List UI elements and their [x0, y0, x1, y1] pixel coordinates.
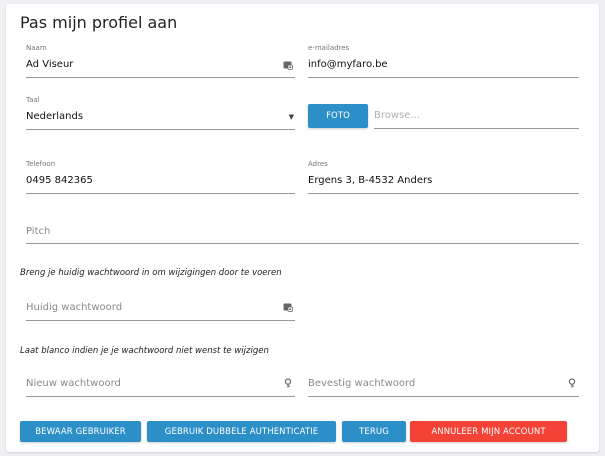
confirm-password-placeholder[interactable]: Bevestig wachtwoord — [308, 378, 415, 389]
email-underline — [308, 77, 579, 78]
page-title: Pas mijn profiel aan — [20, 13, 178, 32]
address-value[interactable]: Ergens 3, B-4532 Anders — [308, 175, 432, 186]
photo-file-field[interactable]: Browse... — [374, 104, 579, 129]
current-password-hint: Breng je huidig wachtwoord in om wijzigi… — [20, 268, 282, 278]
photo-underline — [374, 128, 579, 129]
phone-value[interactable]: 0495 842365 — [26, 175, 93, 186]
key-icon — [567, 378, 577, 388]
current-password-placeholder[interactable]: Huidig wachtwoord — [26, 302, 122, 313]
current-password-field[interactable]: Huidig wachtwoord — [26, 300, 295, 321]
two-factor-button[interactable]: GEBRUIK DUBBELE AUTHENTICATIE — [147, 421, 336, 442]
name-value[interactable]: Ad Viseur — [26, 59, 73, 70]
language-underline — [26, 129, 295, 130]
browse-placeholder[interactable]: Browse... — [374, 110, 420, 121]
address-underline — [308, 193, 579, 194]
confirm-password-field[interactable]: Bevestig wachtwoord — [308, 376, 579, 397]
current-password-underline — [26, 320, 295, 321]
language-value[interactable]: Nederlands — [26, 111, 83, 122]
contact-card-icon — [283, 302, 293, 312]
contact-card-icon — [283, 60, 293, 70]
name-label: Naam — [26, 44, 47, 52]
pitch-field[interactable]: Pitch — [26, 224, 579, 244]
dropdown-arrow-icon[interactable]: ▼ — [289, 113, 294, 121]
new-password-underline — [26, 396, 295, 397]
back-button[interactable]: TERUG — [342, 421, 406, 442]
name-underline — [26, 77, 295, 78]
new-password-field[interactable]: Nieuw wachtwoord — [26, 376, 295, 397]
pitch-underline — [26, 243, 579, 244]
name-field[interactable]: Naam Ad Viseur — [26, 44, 295, 78]
phone-label: Telefoon — [26, 160, 56, 168]
address-label: Adres — [308, 160, 328, 168]
save-user-button[interactable]: BEWAAR GEBRUIKER — [20, 421, 141, 442]
language-select[interactable]: Taal Nederlands ▼ — [26, 96, 295, 130]
phone-field[interactable]: Telefoon 0495 842365 — [26, 160, 295, 194]
key-icon — [283, 378, 293, 388]
email-field[interactable]: e-mailadres info@myfaro.be — [308, 44, 579, 78]
phone-underline — [26, 193, 295, 194]
profile-card: Pas mijn profiel aan Naam Ad Viseur e-ma… — [6, 4, 599, 452]
confirm-password-underline — [308, 396, 579, 397]
new-password-placeholder[interactable]: Nieuw wachtwoord — [26, 378, 121, 389]
email-label: e-mailadres — [308, 44, 350, 52]
blank-password-hint: Laat blanco indien je je wachtwoord niet… — [20, 346, 269, 356]
photo-upload-button[interactable]: FOTO — [308, 104, 368, 128]
address-field[interactable]: Adres Ergens 3, B-4532 Anders — [308, 160, 579, 194]
cancel-account-button[interactable]: ANNULEER MIJN ACCOUNT — [410, 421, 567, 442]
language-label: Taal — [26, 96, 40, 104]
email-value[interactable]: info@myfaro.be — [308, 59, 388, 70]
pitch-placeholder[interactable]: Pitch — [26, 226, 50, 237]
